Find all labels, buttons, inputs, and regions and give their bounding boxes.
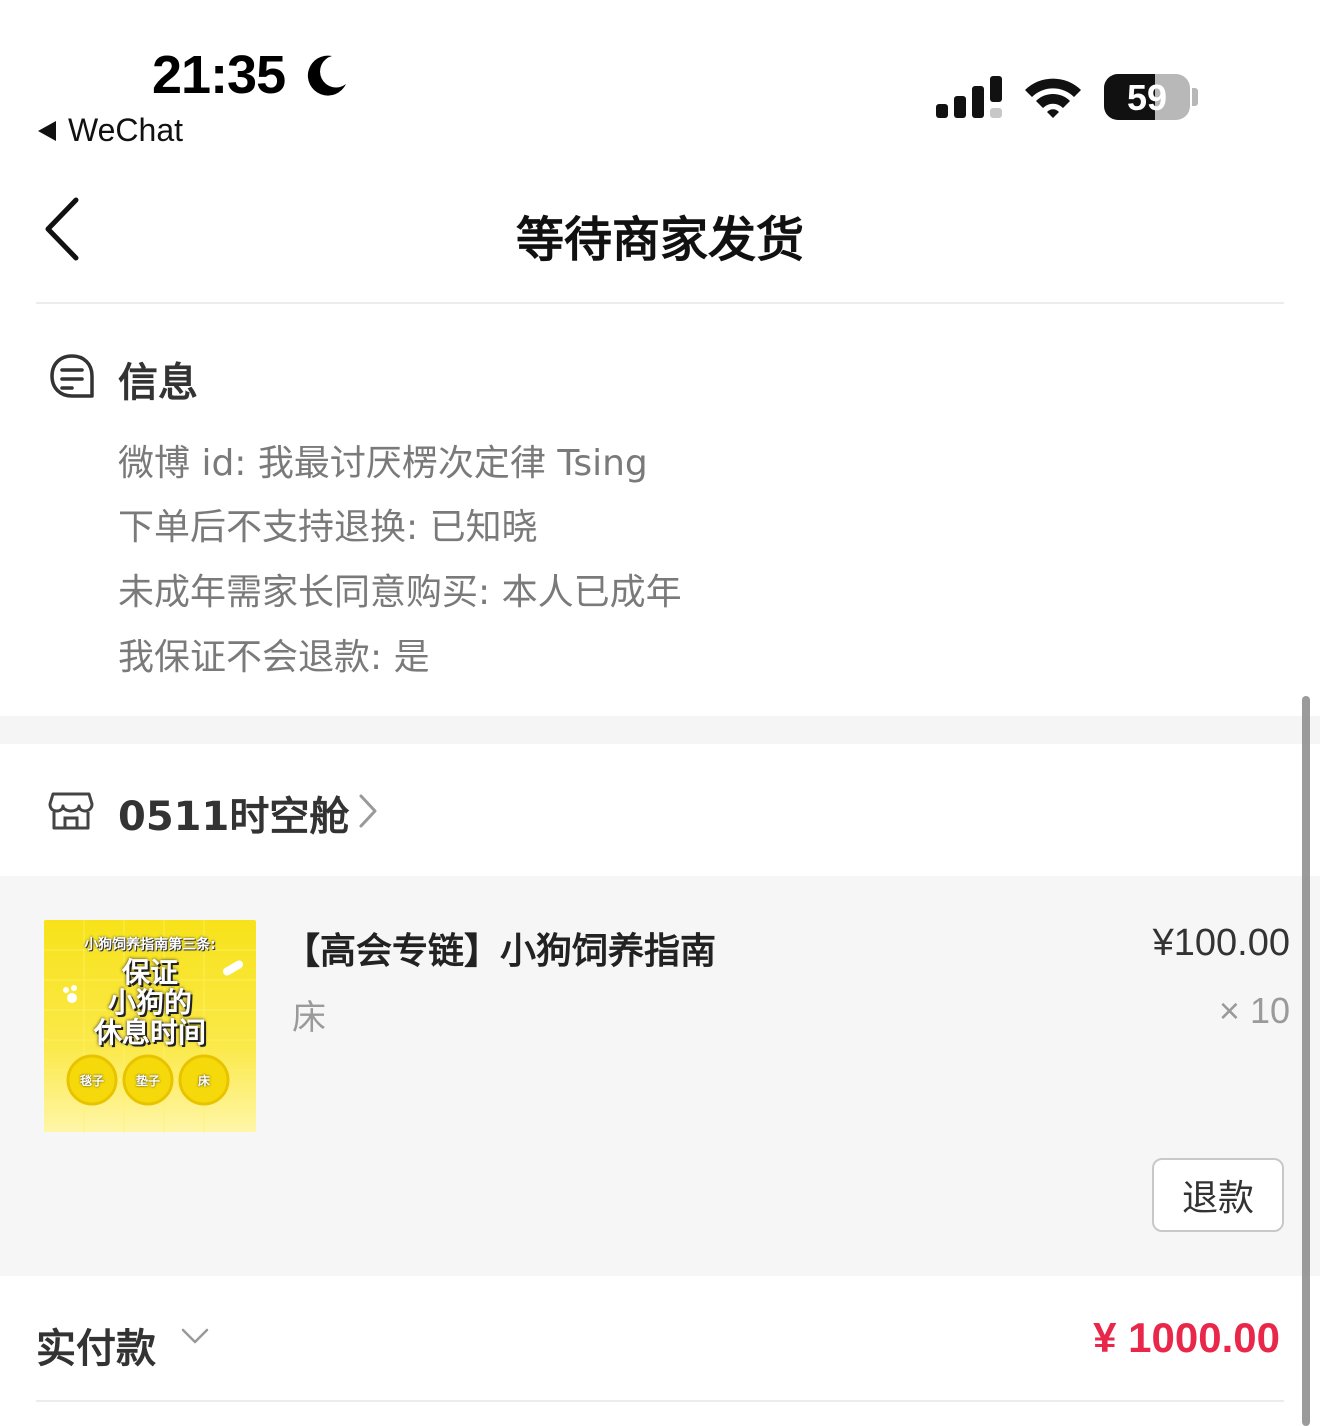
total-paid-amount: ¥ 1000.00 xyxy=(1093,1314,1280,1361)
battery-level: 59 xyxy=(1126,77,1168,118)
product-title[interactable]: 【高会专链】小狗饲养指南 xyxy=(284,922,716,974)
wifi-icon xyxy=(1025,78,1081,118)
section-separator xyxy=(0,716,1320,744)
total-paid-label[interactable]: 实付款 xyxy=(36,1316,156,1374)
product-thumbnail[interactable]: 小狗饲养指南第三条: 保证 小狗的 休息时间 毯子 垫子 床 xyxy=(44,920,256,1132)
moon-icon xyxy=(307,55,346,96)
page-title: 等待商家发货 xyxy=(515,212,804,268)
thumb-headline-line1: 保证 xyxy=(121,956,178,989)
product-variant: 床 xyxy=(292,998,326,1038)
shop-name-link[interactable]: 0511时空舱 xyxy=(118,784,349,842)
chevron-right-icon[interactable] xyxy=(356,792,380,830)
status-time: 21:35 xyxy=(152,45,286,105)
thumb-caption-top: 小狗饲养指南第三条: xyxy=(84,937,216,953)
info-line-adult: 未成年需家长同意购买: 本人已成年 xyxy=(118,572,682,613)
refund-button[interactable]: 退款 xyxy=(1152,1158,1284,1232)
info-section-title: 信息 xyxy=(118,360,198,406)
cellular-signal-icon xyxy=(936,76,1002,118)
info-line-no-return: 下单后不支持退换: 已知晓 xyxy=(118,507,538,548)
thumb-headline-line3: 休息时间 xyxy=(93,1016,206,1049)
thumb-circle-label-2: 垫子 xyxy=(135,1074,160,1088)
thumb-circle-label-3: 床 xyxy=(197,1074,210,1088)
scrollbar[interactable] xyxy=(1302,696,1310,1426)
total-divider xyxy=(36,1400,1284,1402)
info-line-weibo: 微博 id: 我最讨厌楞次定律 Tsing xyxy=(118,443,648,484)
nav-divider xyxy=(36,302,1284,304)
store-icon xyxy=(48,792,94,830)
back-to-app-link[interactable]: WeChat xyxy=(38,112,183,149)
battery-tip xyxy=(1192,88,1198,106)
info-line-no-refund: 我保证不会退款: 是 xyxy=(118,637,430,678)
message-info-icon xyxy=(50,354,94,398)
product-quantity: × 10 xyxy=(1218,990,1290,1031)
product-unit-price: ¥100.00 xyxy=(1152,922,1290,964)
chevron-down-icon[interactable] xyxy=(180,1326,210,1346)
thumb-circle-label-1: 毯子 xyxy=(79,1074,104,1088)
thumb-headline: 保证 小狗的 休息时间 xyxy=(44,958,256,1048)
thumb-headline-line2: 小狗的 xyxy=(107,986,192,1019)
back-app-label: WeChat xyxy=(68,112,184,148)
battery-indicator: 59 xyxy=(1104,74,1190,120)
back-triangle-icon xyxy=(38,120,56,141)
